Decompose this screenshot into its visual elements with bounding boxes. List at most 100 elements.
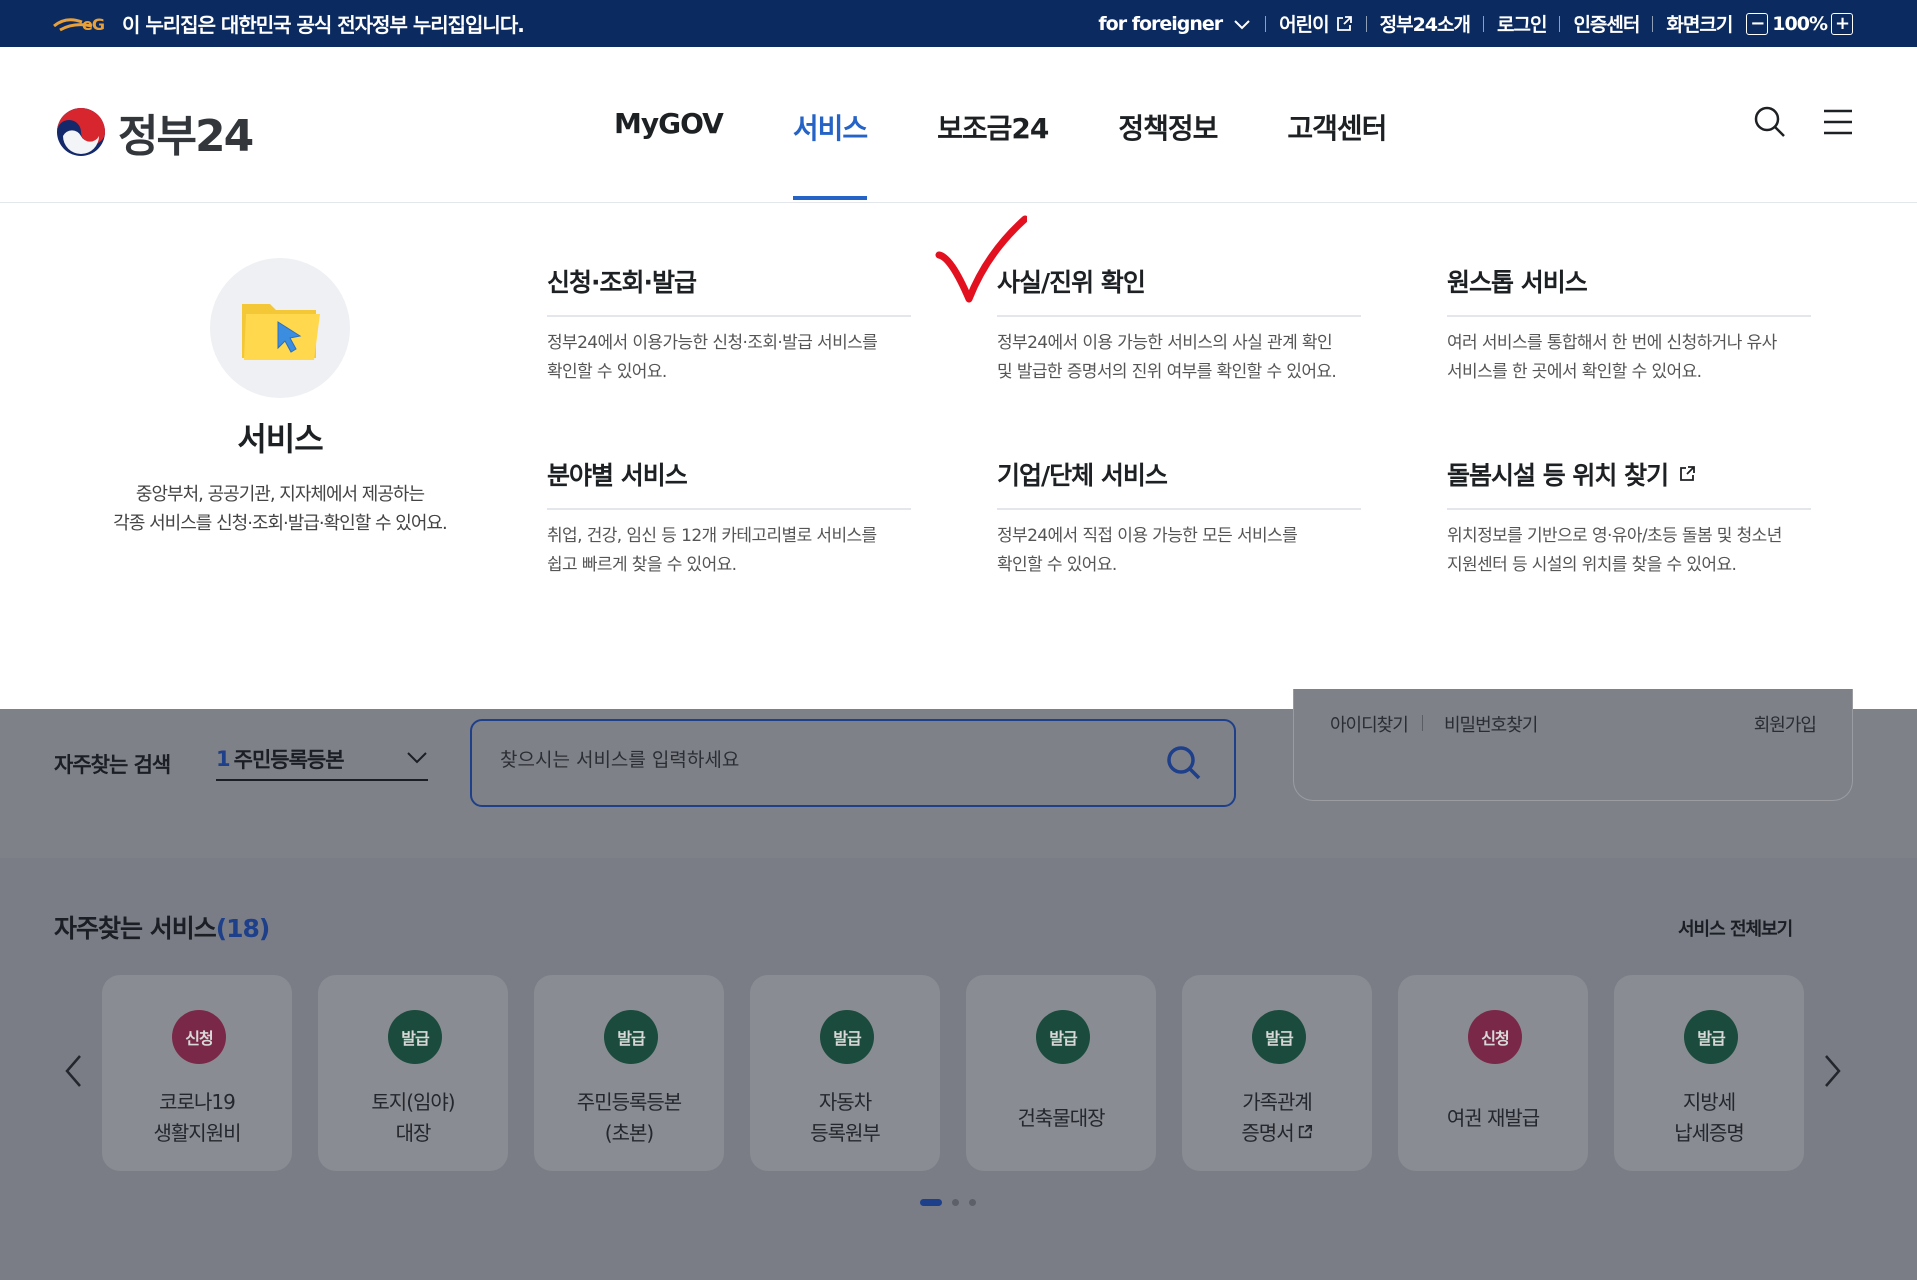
nav-mygov[interactable]: MyGOV [614,107,724,147]
search-icon[interactable] [1164,743,1204,783]
mega-menu-description: 중앙부처, 공공기관, 지자체에서 제공하는 각종 서비스를 신청·조회·발급·… [80,480,480,538]
service-name-line1: 지방세 [1682,1090,1736,1114]
screen-size-label: 화면크기 [1666,14,1733,36]
login-link[interactable]: 로그인 [1497,10,1547,37]
menu-card-desc: 정부24에서 이용 가능한 서비스의 사실 관계 확인및 발급한 증명서의 진위… [997,329,1361,387]
service-name-line2: 증명서 [1241,1121,1294,1145]
menu-card-title: 사실/진위 확인 [997,263,1361,317]
login-box: 아이디찾기 비밀번호찾기 회원가입 [1293,689,1853,801]
menu-card-desc-line2: 및 발급한 증명서의 진위 여부를 확인할 수 있어요. [997,362,1337,382]
folder-illustration [210,258,350,398]
main-navigation: MyGOV 서비스 보조금24 정책정보 고객센터 [614,107,1456,200]
menu-card-desc-line2: 확인할 수 있어요. [997,555,1117,575]
service-name: 가족관계 증명서 [1182,1087,1372,1149]
view-all-services-link[interactable]: 서비스 전체보기 [1678,915,1793,941]
svg-text:eG: eG [82,15,104,34]
find-password-link[interactable]: 비밀번호찾기 [1444,711,1538,737]
menu-card-apply-inquire-issue[interactable]: 신청·조회·발급 정부24에서 이용가능한 신청·조회·발급 서비스를 확인할 수… [547,263,911,387]
chevron-right-icon[interactable] [1820,1053,1844,1089]
logo-text: 정부24 [118,111,254,162]
nav-customer-center[interactable]: 고객센터 [1287,107,1387,147]
service-name-line2: 납세증명 [1674,1121,1745,1145]
menu-card-desc: 여러 서비스를 통합해서 한 번에 신청하거나 유사 서비스를 한 곳에서 확인할… [1447,329,1811,387]
frequent-search-select[interactable]: 1 주민등록등본 [216,739,428,781]
folder-cursor-icon [242,304,320,360]
menu-card-desc-line1: 정부24에서 직접 이용 가능한 모든 서비스를 [997,526,1298,546]
service-name-line1: 자동차 [818,1090,872,1114]
frequent-search-label: 자주찾는 검색 [54,753,171,777]
service-tile[interactable]: 발급 주민등록등본 (초본) [534,975,724,1171]
menu-card-desc-line1: 정부24에서 이용 가능한 서비스의 사실 관계 확인 [997,333,1333,353]
mega-menu-title: 서비스 [237,420,323,458]
menu-card-desc: 취업, 건강, 임신 등 12개 카테고리별로 서비스를 쉽고 빠르게 찾을 수 … [547,522,911,580]
for-foreigner-dropdown[interactable]: for foreigner [1098,13,1252,35]
service-tile[interactable]: 신청 여권 재발급 [1398,975,1588,1171]
menu-card-desc-line1: 위치정보를 기반으로 영·유아/초등 돌봄 및 청소년 [1447,526,1782,546]
nav-services[interactable]: 서비스 [792,107,868,200]
search-icon[interactable] [1753,105,1787,139]
menu-card-title: 분야별 서비스 [547,456,911,510]
menu-card-title: 신청·조회·발급 [547,263,911,317]
service-name: 지방세납세증명 [1614,1087,1804,1149]
service-tile[interactable]: 신청 코로나19 생활지원비 [102,975,292,1171]
service-name: 주민등록등본 (초본) [534,1087,724,1149]
signup-link[interactable]: 회원가입 [1754,711,1817,737]
mega-menu-desc-line1: 중앙부처, 공공기관, 지자체에서 제공하는 [135,484,425,505]
nav-policy-info[interactable]: 정책정보 [1118,107,1218,147]
egov-logo-icon: eG [53,15,105,34]
menu-card-desc: 정부24에서 이용가능한 신청·조회·발급 서비스를 확인할 수 있어요. [547,329,911,387]
kids-link-label: 어린이 [1279,14,1329,36]
hamburger-menu-icon[interactable] [1822,105,1854,139]
external-link-icon [1298,1124,1312,1139]
menu-card-fact-authenticity-check[interactable]: 사실/진위 확인 정부24에서 이용 가능한 서비스의 사실 관계 확인및 발급… [997,263,1361,387]
service-tile[interactable]: 발급가족관계 증명서 [1182,975,1372,1171]
service-tile[interactable]: 발급 자동차 등록원부 [750,975,940,1171]
service-tile[interactable]: 발급건축물대장 [966,975,1156,1171]
service-tile[interactable]: 발급 지방세 납세증명 [1614,975,1804,1171]
gov24-logo[interactable]: 정부24 [54,100,254,164]
service-name: 여권 재발급 [1398,1103,1588,1134]
menu-card-desc-line1: 취업, 건강, 임신 등 12개 카테고리별로 서비스를 [547,526,877,546]
screen-size-control: 화면크기 − 100% + [1666,10,1857,37]
menu-card-care-facility-locator[interactable]: 돌봄시설 등 위치 찾기 위치정보를 기반으로 영·유아/초등 돌봄 및 청소년… [1447,456,1811,580]
menu-card-services-by-field[interactable]: 분야별 서비스 취업, 건강, 임신 등 12개 카테고리별로 서비스를 쉽고 빠… [547,456,911,580]
service-name: 건축물대장 [966,1103,1156,1134]
service-name-line1: 토지(임야) [371,1090,455,1114]
mega-menu-intro: 서비스 중앙부처, 공공기관, 지자체에서 제공하는 각종 서비스를 신청·조회… [80,258,480,538]
mega-menu-desc-line2: 각종 서비스를 신청·조회·발급·확인할 수 있어요. [113,513,447,534]
menu-card-one-stop-service[interactable]: 원스톱 서비스 여러 서비스를 통합해서 한 번에 신청하거나 유사 서비스를 한… [1447,263,1811,387]
certificate-center-link[interactable]: 인증센터 [1573,10,1640,37]
about-gov24-link[interactable]: 정부24소개 [1380,10,1471,37]
frequent-search-value: 주민등록등본 [233,748,345,772]
find-id-link[interactable]: 아이디찾기 [1330,711,1409,737]
for-foreigner-label: for foreigner [1098,12,1223,35]
chevron-left-icon[interactable] [62,1053,86,1089]
service-name-line1: 주민등록등본 [576,1090,682,1114]
service-search-box [470,719,1236,807]
service-name-line1: 코로나19 [159,1090,236,1114]
pagination-dot[interactable] [952,1199,959,1206]
frequent-services-title-text: 자주찾는 서비스 [54,914,217,943]
pagination-dot[interactable] [969,1199,976,1206]
service-badge: 발급 [820,1010,874,1064]
zoom-in-button[interactable]: + [1831,12,1853,35]
service-name: 코로나19 생활지원비 [102,1087,292,1149]
kids-link[interactable]: 어린이 [1279,10,1352,37]
pagination-dot-active[interactable] [920,1199,942,1206]
chevron-down-icon [407,752,427,764]
menu-card-title: 기업/단체 서비스 [997,456,1361,510]
menu-card-desc: 정부24에서 직접 이용 가능한 모든 서비스를확인할 수 있어요. [997,522,1361,580]
service-badge: 발급 [1036,1010,1090,1064]
service-search-input[interactable] [500,749,1140,771]
service-name-line2: (초본) [604,1121,654,1145]
menu-card-title-text: 돌봄시설 등 위치 찾기 [1447,461,1669,490]
service-tile[interactable]: 발급 토지(임야) 대장 [318,975,508,1171]
nav-subsidy24[interactable]: 보조금24 [937,107,1049,147]
divider [1652,15,1654,32]
service-badge: 발급 [1252,1010,1306,1064]
zoom-out-button[interactable]: − [1746,12,1769,35]
menu-card-business-organization-service[interactable]: 기업/단체 서비스 정부24에서 직접 이용 가능한 모든 서비스를확인할 수 … [997,456,1361,580]
external-link-icon [1680,466,1696,481]
chevron-down-icon [1234,19,1250,29]
service-name-line1: 여권 재발급 [1446,1106,1540,1130]
